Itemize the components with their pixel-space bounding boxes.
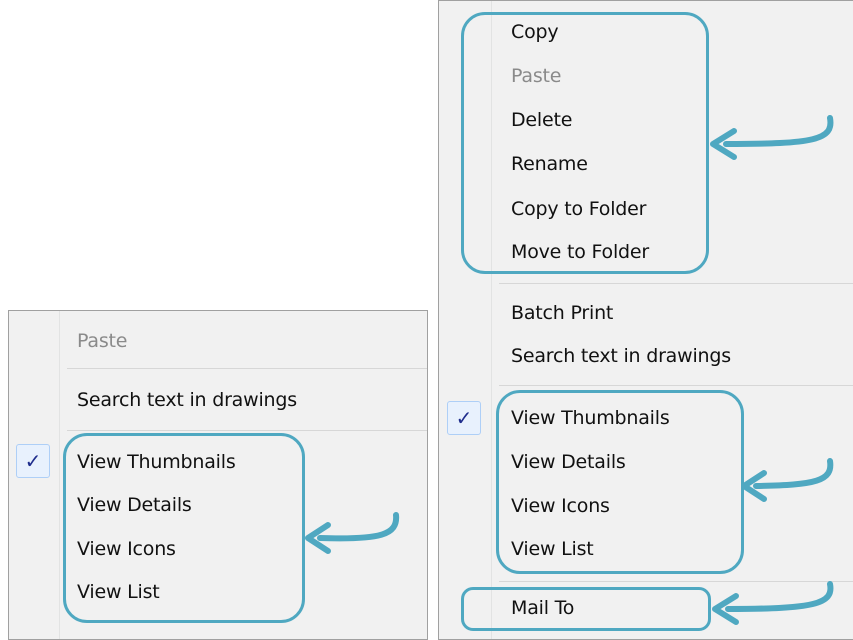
arrow-pointer-icon xyxy=(305,512,400,554)
menu-separator xyxy=(499,283,853,284)
arrow-pointer-icon xyxy=(710,115,834,160)
arrow-pointer-icon xyxy=(741,458,834,502)
gutter-divider xyxy=(59,311,60,639)
menu-separator xyxy=(67,368,427,369)
check-mark-icon: ✓ xyxy=(16,444,50,478)
callout-highlight-view-options-right xyxy=(496,390,744,574)
callout-highlight-file-operations xyxy=(461,12,709,274)
callout-highlight-view-options-left xyxy=(63,433,305,623)
arrow-pointer-icon xyxy=(712,581,834,625)
menu-item-batch-print[interactable]: Batch Print xyxy=(511,302,613,324)
menu-item-search-text[interactable]: Search text in drawings xyxy=(511,345,731,367)
menu-item-search-text[interactable]: Search text in drawings xyxy=(77,389,297,411)
menu-item-paste: Paste xyxy=(77,330,128,352)
menu-separator xyxy=(67,430,427,431)
callout-highlight-mail-to xyxy=(461,587,711,631)
menu-separator xyxy=(499,385,853,386)
check-mark-icon: ✓ xyxy=(447,401,481,435)
